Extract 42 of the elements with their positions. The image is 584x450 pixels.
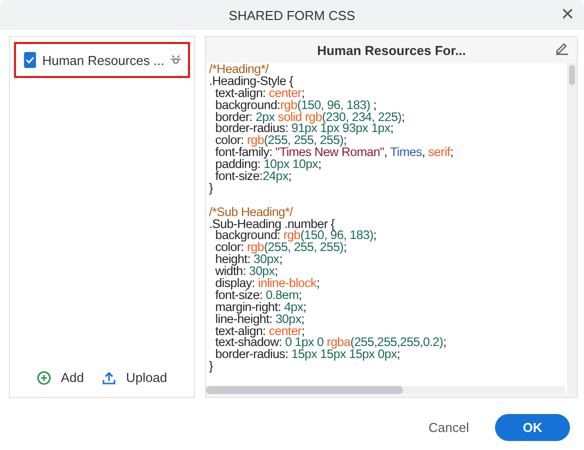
upload-button[interactable]: Upload (102, 370, 168, 385)
file-item[interactable]: Human Resources ... (14, 42, 190, 78)
check-icon (25, 55, 36, 65)
code-line: /*Sub Heading*/ (209, 206, 294, 219)
edit-icon[interactable] (555, 41, 569, 55)
code-line: } (209, 361, 214, 374)
code-line: color: rgb(255, 255, 255); (214, 135, 347, 148)
code-line: /*Heading*/ (209, 64, 270, 76)
checkbox[interactable] (24, 52, 36, 68)
code-line: padding: 10px 10px; (214, 159, 322, 172)
editor-title: Human Resources For... (317, 42, 466, 58)
code-line: font-family: "Times New Roman", Times, serif; (214, 147, 454, 160)
code-line: display: inline-block; (214, 278, 321, 290)
code-line: font-size: 0.8em; (214, 290, 303, 302)
code-line: margin-right: 4px; (214, 302, 308, 314)
code-line: border-radius: 15px 15px 15px 0px; (214, 349, 400, 362)
code-line: } (209, 182, 214, 195)
code-line: height: 30px; (214, 254, 282, 266)
code-line: background:rgb(150, 96, 183) ; (214, 100, 378, 112)
add-button[interactable]: Add (36, 370, 84, 385)
ok-button[interactable]: OK (495, 414, 570, 440)
code-line: .Sub-Heading .number { (209, 218, 335, 230)
code-line: color: rgb(255, 255, 255); (214, 242, 348, 254)
code-line: .Heading-Style { (209, 76, 294, 88)
bug-icon[interactable] (170, 53, 182, 67)
file-name: Human Resources ... (42, 52, 164, 68)
code-line: font-size:24px; (214, 171, 292, 183)
code-line: text-align: center; (215, 88, 305, 100)
dialog-title: SHARED FORM CSS (228, 8, 356, 22)
code-line: width: 30px; (214, 266, 278, 278)
cancel-button[interactable]: Cancel (420, 416, 477, 438)
close-button[interactable]: × (559, 4, 576, 24)
code-line: border-radius: 91px 1px 93px 1px; (214, 123, 394, 136)
code-line: background: rgb(150, 96, 183); (215, 230, 378, 242)
vertical-scrollbar[interactable] (567, 63, 577, 394)
code-line: border: 2px solid rgb(230, 234, 225); (214, 112, 406, 124)
upload-icon (102, 370, 116, 384)
horizontal-scrollbar[interactable] (206, 386, 565, 394)
add-icon (36, 370, 51, 384)
code-line: line-height: 30px; (214, 314, 304, 326)
code-line: text-shadow: 0 1px 0 rgba(255,255,255,0.2); (214, 337, 448, 350)
code-line: text-align: center; (214, 326, 305, 338)
